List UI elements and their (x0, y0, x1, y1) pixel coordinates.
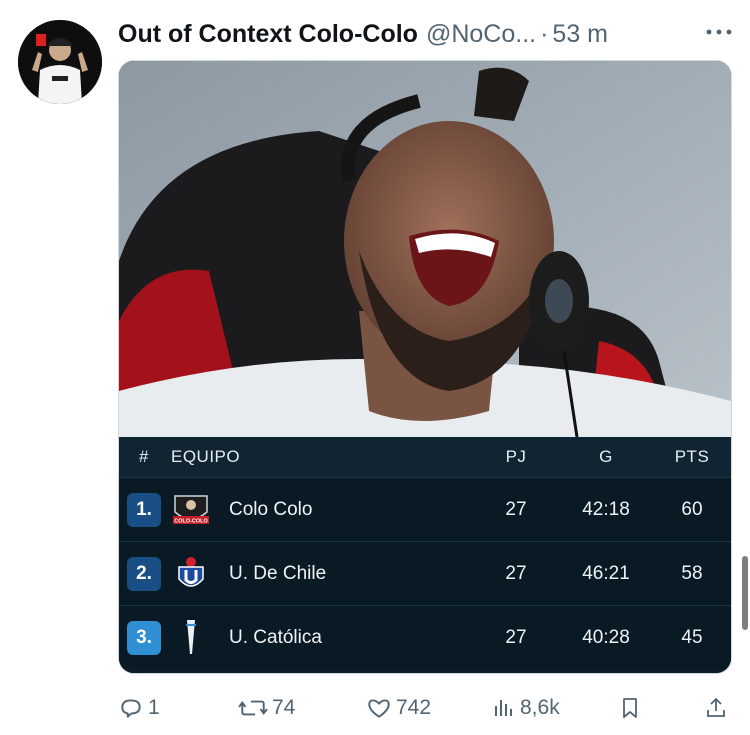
team-name: U. Católica (229, 626, 322, 648)
team-name: Colo Colo (229, 498, 313, 520)
played: 27 (505, 498, 527, 520)
position-badge: 2. (127, 556, 161, 591)
header-pts: PTS (674, 447, 710, 466)
avatar-image (18, 20, 102, 104)
tweet-header: Out of Context Colo-Colo @NoCo... · 53 m (118, 14, 734, 54)
more-icon[interactable] (704, 22, 734, 47)
views-button[interactable]: 8,6k (492, 690, 560, 726)
colo-colo-crest-icon: COLO-COLO (171, 490, 211, 530)
points: 60 (681, 498, 703, 520)
photo-laughing-man (119, 61, 731, 438)
header-pj: PJ (505, 447, 527, 466)
points: 58 (681, 562, 703, 584)
position-badge: 3. (127, 620, 161, 655)
reply-count: 1 (148, 696, 160, 719)
tweet-media[interactable]: # EQUIPO PJ G PTS 1. COLO-COLO Colo Colo… (118, 60, 732, 674)
scrollbar[interactable] (742, 556, 748, 630)
bookmark-button[interactable] (618, 690, 642, 726)
avatar[interactable] (18, 20, 102, 104)
points: 45 (681, 626, 703, 648)
header-team: EQUIPO (171, 447, 241, 466)
reply-button[interactable]: 1 (118, 690, 160, 726)
reply-icon (118, 695, 144, 721)
goals: 40:28 (582, 626, 630, 648)
heart-icon (366, 695, 392, 721)
header-g: G (599, 447, 613, 466)
repost-count: 74 (272, 696, 296, 719)
timestamp[interactable]: 53 m (552, 20, 608, 49)
tweet-actions: 1 74 742 8,6k (118, 690, 734, 726)
share-icon (704, 695, 728, 721)
header-rank: # (139, 447, 149, 466)
view-count: 8,6k (520, 696, 560, 719)
views-icon (492, 695, 516, 721)
like-button[interactable]: 742 (366, 690, 431, 726)
like-count: 742 (396, 696, 432, 719)
display-name[interactable]: Out of Context Colo-Colo (118, 20, 418, 49)
team-name: U. De Chile (229, 562, 327, 584)
share-button[interactable] (704, 690, 728, 726)
separator-dot: · (540, 19, 549, 48)
crest-lettering: COLO-COLO (174, 518, 208, 524)
played: 27 (505, 562, 527, 584)
bookmark-icon (618, 695, 642, 721)
standings-table: # EQUIPO PJ G PTS 1. COLO-COLO Colo Colo… (119, 437, 731, 673)
position-badge: 1. (127, 492, 161, 527)
repost-button[interactable]: 74 (238, 690, 295, 726)
repost-icon (238, 695, 268, 721)
table-row: 3. U. Católica 27 40:28 45 (119, 605, 731, 669)
u-catolica-crest-icon (171, 618, 211, 658)
goals: 42:18 (582, 498, 630, 520)
table-row: 1. COLO-COLO Colo Colo 27 42:18 60 (119, 477, 731, 541)
table-row: 2. U. De Chile 27 46:21 58 (119, 541, 731, 605)
user-handle[interactable]: @NoCo... (426, 20, 536, 49)
played: 27 (505, 626, 527, 648)
standings-header: # EQUIPO PJ G PTS (119, 437, 731, 477)
u-de-chile-crest-icon (171, 554, 211, 594)
goals: 46:21 (582, 562, 630, 584)
